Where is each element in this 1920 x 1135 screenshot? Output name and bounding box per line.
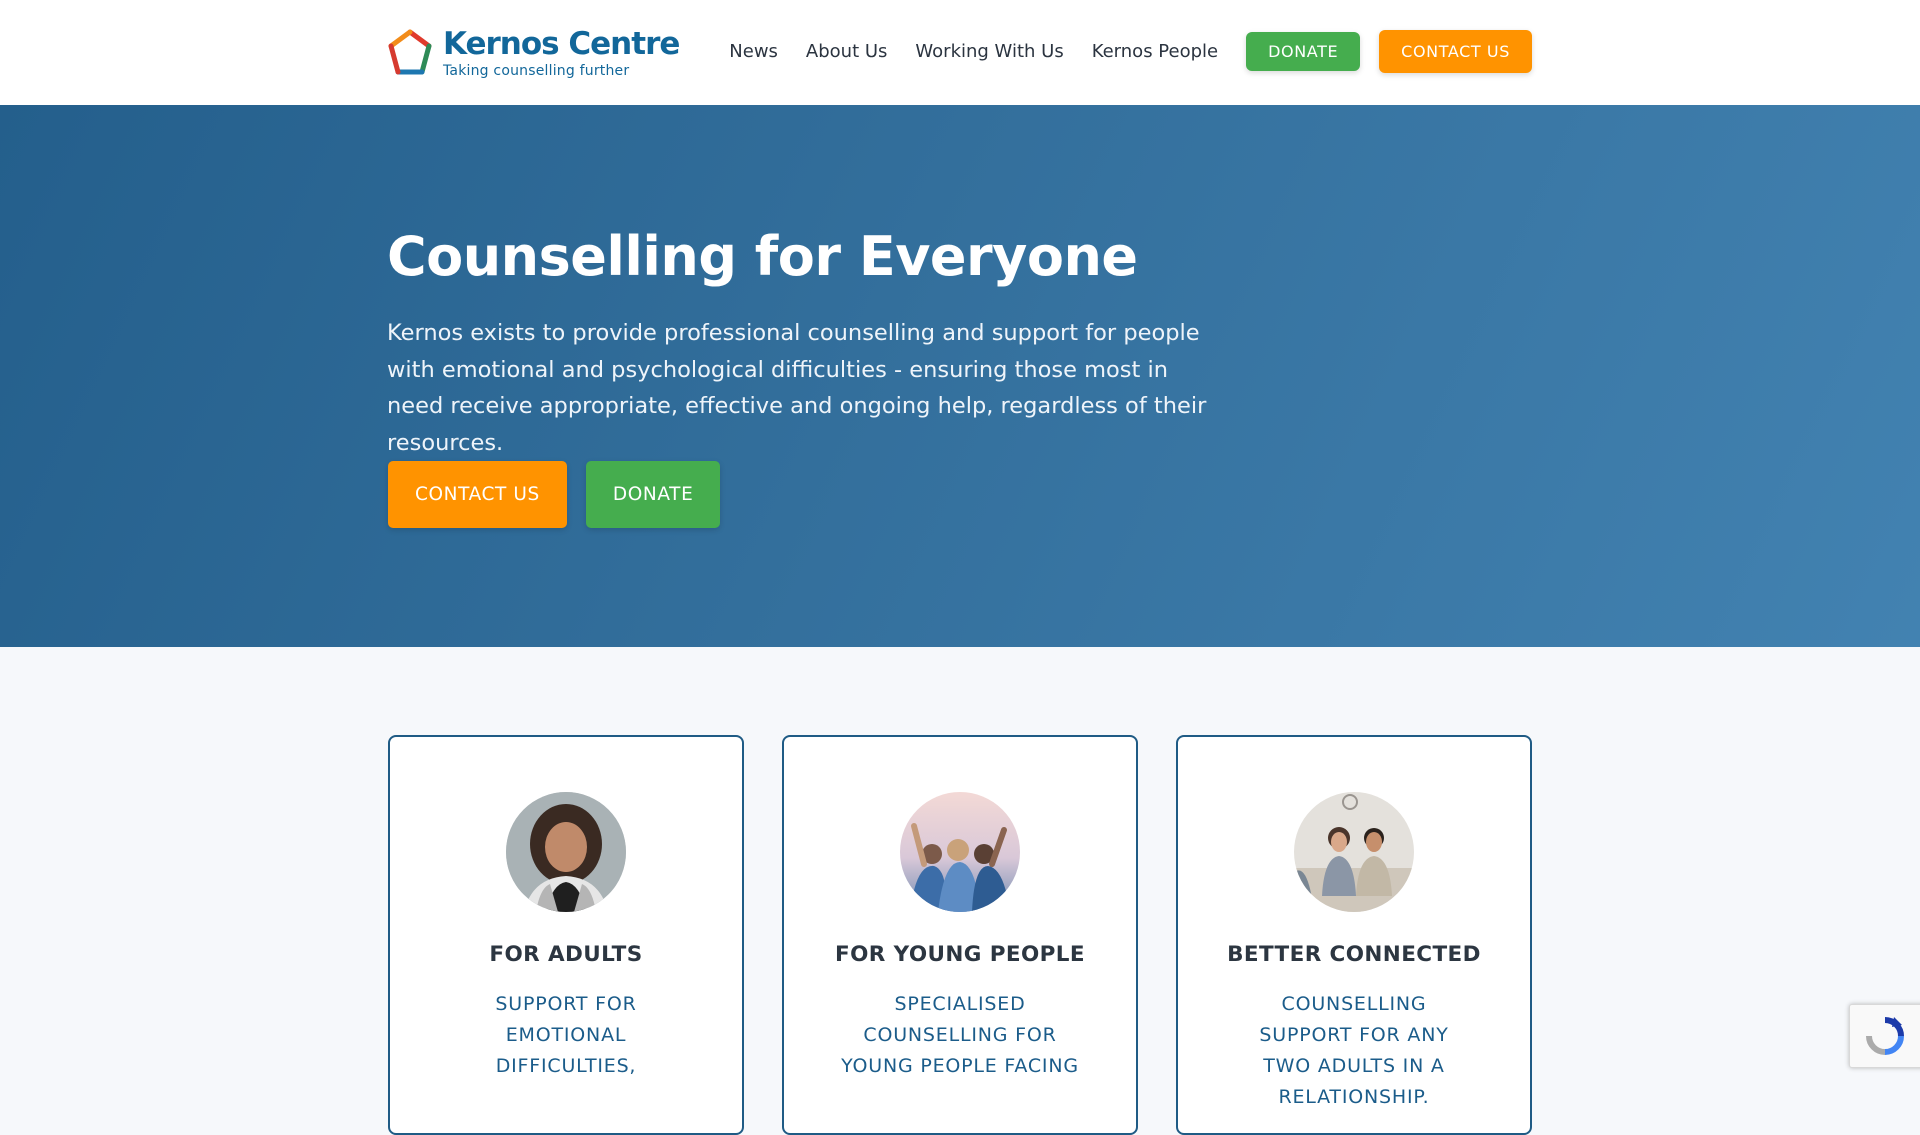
nav-link-about-us[interactable]: About Us (806, 41, 888, 62)
hero-donate-button[interactable]: DONATE (585, 461, 721, 528)
services-cards: FOR ADULTS SUPPORT FOR EMOTIONAL DIFFICU… (388, 735, 1532, 1135)
card-better-connected[interactable]: BETTER CONNECTED COUNSELLING SUPPORT FOR… (1176, 735, 1532, 1135)
logo-text: Kernos Centre Taking counselling further (443, 25, 680, 79)
logo-link[interactable]: Kernos Centre Taking counselling further (387, 25, 680, 80)
card-for-adults[interactable]: FOR ADULTS SUPPORT FOR EMOTIONAL DIFFICU… (388, 735, 744, 1135)
logo-title: Kernos Centre (443, 25, 680, 62)
hero-description: Kernos exists to provide professional co… (387, 320, 1207, 456)
recaptcha-badge[interactable] (1849, 1004, 1920, 1068)
main-nav: News About Us Working With Us Kernos Peo… (729, 29, 1532, 73)
site-header: Kernos Centre Taking counselling further… (0, 0, 1920, 106)
card-for-young-people[interactable]: FOR YOUNG PEOPLE SPECIALISED COUNSELLING… (782, 735, 1138, 1135)
nav-contact-button[interactable]: CONTACT US (1379, 29, 1532, 73)
recaptcha-icon (1866, 1017, 1904, 1055)
nav-donate-button[interactable]: DONATE (1246, 31, 1361, 71)
logo-tagline: Taking counselling further (443, 62, 630, 79)
hero-title: Counselling for Everyone (387, 225, 1138, 288)
card-title: FOR YOUNG PEOPLE (835, 942, 1085, 967)
card-title: BETTER CONNECTED (1227, 942, 1481, 967)
card-subtitle: COUNSELLING SUPPORT FOR ANY TWO ADULTS I… (1259, 993, 1449, 1108)
young-people-image (900, 792, 1020, 912)
card-subtitle: SUPPORT FOR EMOTIONAL DIFFICULTIES, (495, 993, 637, 1077)
nav-link-kernos-people[interactable]: Kernos People (1092, 41, 1218, 62)
kernos-logo-icon (388, 29, 432, 75)
hero-contact-button[interactable]: CONTACT US (388, 461, 567, 528)
couple-counselling-image (1294, 792, 1414, 912)
woman-portrait-image (506, 792, 626, 912)
hero-section: Counselling for Everyone Kernos exists t… (0, 105, 1920, 647)
nav-link-working-with-us[interactable]: Working With Us (915, 41, 1063, 62)
hero-actions: CONTACT US DONATE (388, 461, 721, 528)
card-title: FOR ADULTS (489, 942, 643, 967)
nav-link-news[interactable]: News (729, 41, 778, 62)
card-subtitle: SPECIALISED COUNSELLING FOR YOUNG PEOPLE… (841, 993, 1079, 1077)
